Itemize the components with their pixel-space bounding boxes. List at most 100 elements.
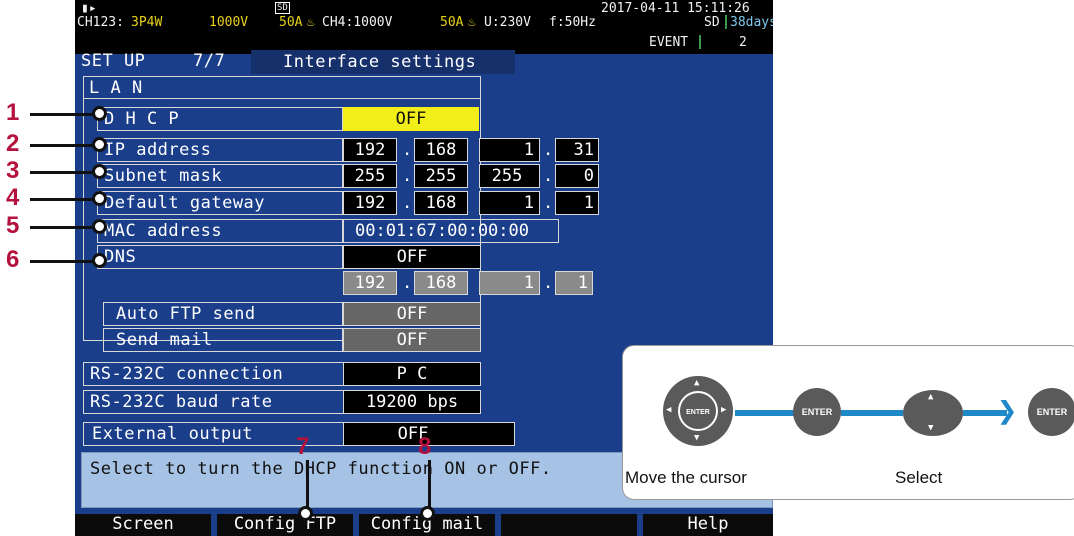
ip-row: IP address xyxy=(97,138,343,162)
nominal-frequency: f:50Hz xyxy=(549,15,596,30)
left-arrow-icon: ◀ xyxy=(666,405,672,415)
dns-value[interactable]: OFF xyxy=(343,245,481,269)
subnet-octet-2[interactable]: 255 xyxy=(414,164,468,188)
gateway-octet-2[interactable]: 168 xyxy=(414,191,468,215)
mac-label: MAC address xyxy=(104,221,223,241)
subnet-octet-2-text: 255 xyxy=(425,166,457,186)
callout-7-leader xyxy=(306,460,309,512)
legend-select-label: Select xyxy=(895,468,943,487)
dns-octet-2: 168 xyxy=(414,271,468,295)
help-text: Select to turn the DHCP function ON or O… xyxy=(90,459,552,479)
callout-3-marker xyxy=(92,164,107,179)
callout-3-leader xyxy=(30,171,98,174)
ip-octet-4[interactable]: 31 xyxy=(555,138,599,162)
callout-5: 5 xyxy=(6,212,20,239)
callout-7-marker xyxy=(298,506,313,521)
callout-5-leader xyxy=(30,226,98,229)
page-title-tab: Interface settings xyxy=(251,50,515,74)
fkey-config-ftp[interactable]: Config FTP xyxy=(217,514,353,536)
sd-bar xyxy=(725,15,727,29)
rs232-connection-value-text: P C xyxy=(396,364,428,384)
callout-1: 1 xyxy=(6,99,20,126)
rs232-baud-row: RS-232C baud rate xyxy=(83,390,345,414)
external-output-label: External output xyxy=(92,424,254,444)
ch123-label: CH123: xyxy=(77,15,124,30)
screen-name: SET UP xyxy=(81,51,146,71)
lan-heading: L A N xyxy=(89,78,143,98)
arrow-right-icon: ❯ xyxy=(997,391,1018,431)
ch4-range: CH4:1000V xyxy=(322,15,393,30)
callout-6-marker xyxy=(92,253,107,268)
callout-4-leader xyxy=(30,198,98,201)
gateway-octet-3[interactable]: 1 xyxy=(479,191,540,215)
ip-octet-3[interactable]: 1 xyxy=(479,138,540,162)
dhcp-value[interactable]: OFF xyxy=(343,107,479,131)
gateway-octet-2-text: 168 xyxy=(425,193,457,213)
rs232-baud-label: RS-232C baud rate xyxy=(90,392,273,412)
gateway-dot-3: . xyxy=(543,193,554,213)
send-mail-label: Send mail xyxy=(116,330,213,350)
callout-6-leader xyxy=(30,260,98,263)
subnet-octet-4[interactable]: 0 xyxy=(555,164,599,188)
dns-octet-1-text: 192 xyxy=(354,273,386,293)
callout-3: 3 xyxy=(6,157,20,184)
dhcp-row[interactable]: D H C P xyxy=(97,107,343,131)
auto-ftp-row: Auto FTP send xyxy=(103,302,343,326)
lan-divider xyxy=(83,98,481,99)
legend-move-label: Move the cursor xyxy=(625,468,747,487)
dns-octet-4-text: 1 xyxy=(577,273,588,293)
ip-octet-2[interactable]: 168 xyxy=(414,138,468,162)
subnet-octet-4-text: 0 xyxy=(583,166,594,186)
power-icon: ▮▸ xyxy=(81,1,97,16)
dns-octet-3-text: 1 xyxy=(523,273,534,293)
dns-octet-3: 1 xyxy=(479,271,540,295)
current-range: 50A xyxy=(279,15,303,30)
auto-ftp-value: OFF xyxy=(343,302,481,326)
mac-value: 00:01:67:00:00:00 xyxy=(343,219,559,243)
cursor-keys-icon: ▲ ▼ ◀ ▶ ENTER xyxy=(663,376,733,446)
gateway-dot-1: . xyxy=(402,193,413,213)
dns-octet-4: 1 xyxy=(555,271,593,295)
operation-legend: ▲ ▼ ◀ ▶ ENTER ENTER ▲ ▼ ❯ ENTER Move the… xyxy=(622,345,1074,500)
callout-8: 8 xyxy=(418,433,432,460)
fkey-screen[interactable]: Screen xyxy=(75,514,211,536)
gateway-octet-1[interactable]: 192 xyxy=(343,191,397,215)
callout-2: 2 xyxy=(6,130,20,157)
ip-octet-4-text: 31 xyxy=(573,140,594,160)
gateway-octet-1-text: 192 xyxy=(354,193,386,213)
mac-row: MAC address xyxy=(97,219,343,243)
enter-key-icon-3: ENTER xyxy=(1028,388,1074,436)
dns-dot-3: . xyxy=(543,273,554,293)
dns-dot-1: . xyxy=(402,273,413,293)
voltage-range: 1000V xyxy=(209,15,249,30)
rs232-connection-label: RS-232C connection xyxy=(90,364,284,384)
nominal-voltage: U:230V xyxy=(484,15,531,30)
send-mail-value-text: OFF xyxy=(396,330,428,350)
auto-ftp-label: Auto FTP send xyxy=(116,304,256,324)
dhcp-label: D H C P xyxy=(104,109,180,129)
send-mail-row: Send mail xyxy=(103,328,343,352)
gateway-octet-4[interactable]: 1 xyxy=(555,191,599,215)
subnet-octet-1[interactable]: 255 xyxy=(343,164,397,188)
dhcp-value-text: OFF xyxy=(395,109,427,129)
page-title: Interface settings xyxy=(283,52,477,72)
fkey-blank[interactable] xyxy=(501,514,637,536)
subnet-label: Subnet mask xyxy=(104,166,223,186)
ip-octet-1-text: 192 xyxy=(354,140,386,160)
up-down-keys-icon: ▲ ▼ xyxy=(903,390,963,436)
callout-1-leader xyxy=(30,113,98,116)
dns-octet-1: 192 xyxy=(343,271,397,295)
subnet-row: Subnet mask xyxy=(97,164,343,188)
ip-octet-1[interactable]: 192 xyxy=(343,138,397,162)
subnet-octet-3[interactable]: 255 xyxy=(479,164,540,188)
subnet-dot-3: . xyxy=(543,166,554,186)
callout-7: 7 xyxy=(296,433,310,460)
mac-value-text: 00:01:67:00:00:00 xyxy=(355,221,529,241)
dns-value-text: OFF xyxy=(396,247,428,267)
rs232-baud-value[interactable]: 19200 bps xyxy=(343,390,481,414)
gateway-label: Default gateway xyxy=(104,193,266,213)
right-arrow-icon: ▶ xyxy=(721,405,727,415)
dns-row: DNS xyxy=(97,245,343,269)
fkey-help[interactable]: Help xyxy=(643,514,773,536)
rs232-connection-value[interactable]: P C xyxy=(343,362,481,386)
